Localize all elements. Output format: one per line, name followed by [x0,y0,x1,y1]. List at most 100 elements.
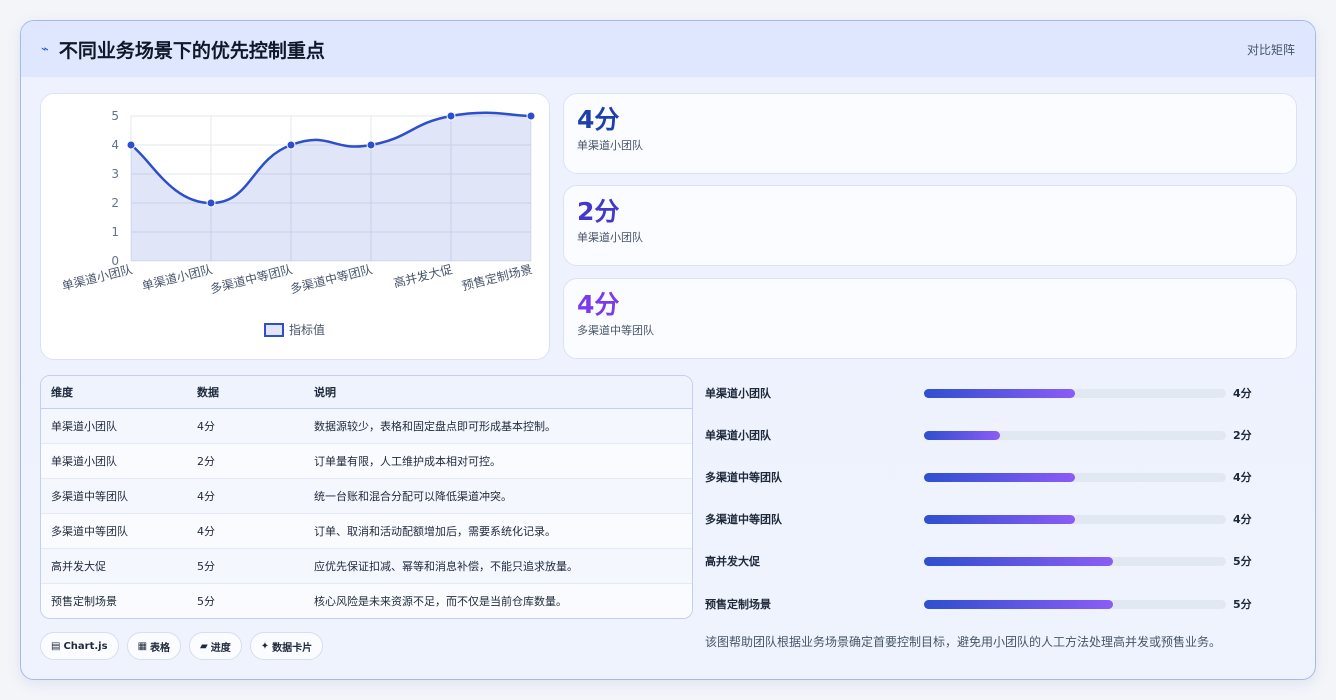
data-point [446,111,456,121]
table-cell: 单渠道小团队 [41,408,197,444]
progress-row: 单渠道小团队 4分 [705,382,1265,402]
chip-label: 数据卡片 [272,642,313,654]
progress-value: 2分 [1233,429,1252,442]
x-tick-label: 单渠道小团队 [140,261,214,293]
progress-fill [924,473,1075,482]
legend-swatch [264,323,284,337]
x-tick-label: 多渠道中等团队 [289,261,374,296]
table-cell: 核心风险是未来资源不足，而不仅是当前仓库数量。 [314,583,692,618]
y-tick-label: 1 [111,225,119,239]
table-row: 高并发大促 5分 应优先保证扣减、幂等和消息补偿，不能只追求放量。 [41,548,692,584]
table-cell: 5分 [197,548,314,584]
table-cell: 高并发大促 [41,548,197,584]
table-cell: 统一台账和混合分配可以降低渠道冲突。 [314,478,692,514]
progress-label: 多渠道中等团队 [705,513,782,526]
progress-track [924,389,1226,398]
progress-track [924,600,1226,609]
progress-value: 4分 [1233,387,1252,400]
progress-label: 高并发大促 [705,555,760,568]
chart-note: 该图帮助团队根据业务场景确定首要控制目标，避免用小团队的人工方法处理高并发或预售… [705,635,1222,649]
chip-progress[interactable]: ▰ 进度 [189,632,242,660]
y-tick-label: 3 [111,167,119,181]
tech-chips: ▤ Chart.js ▦ 表格 ▰ 进度 ✦ 数据卡片 [40,632,324,660]
data-point [206,198,216,208]
progress-label: 多渠道中等团队 [705,471,782,484]
column-header: 维度 [41,376,197,409]
stat-label: 单渠道小团队 [577,231,643,244]
table-cell: 4分 [197,408,314,444]
sparkle-icon: ✦ [260,640,270,652]
progress-fill [924,515,1075,524]
progress-track [924,473,1226,482]
data-point [286,140,296,150]
progress-value: 4分 [1233,471,1252,484]
table-cell: 2分 [197,443,314,479]
table-cell: 订单、取消和活动配额增加后，需要系统化记录。 [314,513,692,549]
chart-icon: ▤ [51,640,61,652]
progress-icon: ▰ [200,640,208,652]
table-cell: 4分 [197,478,314,514]
y-tick-label: 2 [111,196,119,210]
progress-track [924,557,1226,566]
table-cell: 4分 [197,513,314,549]
progress-row: 多渠道中等团队 4分 [705,466,1265,486]
progress-fill [924,600,1113,609]
stat-card-1: 4分 单渠道小团队 [563,93,1297,174]
stat-value: 2分 [577,197,620,226]
x-tick-label: 多渠道中等团队 [209,261,294,296]
column-header: 数据 [197,376,314,409]
matrix-badge: 对比矩阵 [1246,43,1295,57]
progress-fill [924,389,1075,398]
progress-fill [924,431,1000,440]
table-cell: 数据源较少，表格和固定盘点即可形成基本控制。 [314,408,692,444]
comparison-card: ⌁ 不同业务场景下的优先控制重点 对比矩阵 0 1 2 3 4 5 单渠道小团队 单渠道小团队… [20,20,1316,680]
chip-label: 进度 [210,642,231,654]
chip-label: 表格 [150,642,171,654]
progress-value: 5分 [1233,598,1252,611]
table-row: 单渠道小团队 4分 数据源较少，表格和固定盘点即可形成基本控制。 [41,408,692,444]
table-header-row: 维度 数据 说明 [41,376,692,409]
series-area [131,112,531,262]
progress-value: 5分 [1233,555,1252,568]
card-title: 不同业务场景下的优先控制重点 [58,39,325,62]
progress-label: 单渠道小团队 [705,429,771,442]
table-cell: 5分 [197,583,314,618]
lightning-icon: ⌁ [41,41,49,57]
x-tick-label: 单渠道小团队 [60,261,134,293]
progress-row: 预售定制场景 5分 [705,593,1265,613]
table-row: 多渠道中等团队 4分 统一台账和混合分配可以降低渠道冲突。 [41,478,692,514]
data-point [366,140,376,150]
y-tick-label: 5 [111,109,119,123]
table-row: 预售定制场景 5分 核心风险是未来资源不足，而不仅是当前仓库数量。 [41,583,692,618]
stat-card-3: 4分 多渠道中等团队 [563,278,1297,359]
progress-row: 单渠道小团队 2分 [705,424,1265,444]
progress-value: 4分 [1233,513,1252,526]
x-tick-label: 高并发大促 [392,261,454,290]
data-point [526,111,536,121]
column-header: 说明 [314,376,692,409]
table-row: 多渠道中等团队 4分 订单、取消和活动配额增加后，需要系统化记录。 [41,513,692,549]
table-cell: 多渠道中等团队 [41,478,197,514]
stat-value: 4分 [577,105,620,134]
chip-label: Chart.js [63,640,108,652]
progress-row: 高并发大促 5分 [705,550,1265,570]
table-cell: 预售定制场景 [41,583,197,618]
chip-table[interactable]: ▦ 表格 [126,632,182,660]
chip-chartjs[interactable]: ▤ Chart.js [40,632,119,660]
x-tick-label: 预售定制场景 [460,261,534,293]
card-header: ⌁ 不同业务场景下的优先控制重点 对比矩阵 [21,21,1315,77]
progress-fill [924,557,1113,566]
progress-row: 多渠道中等团队 4分 [705,508,1265,528]
progress-track [924,515,1226,524]
table-row: 单渠道小团队 2分 订单量有限，人工维护成本相对可控。 [41,443,692,479]
progress-track [924,431,1226,440]
y-tick-label: 4 [111,138,119,152]
table-cell: 订单量有限，人工维护成本相对可控。 [314,443,692,479]
table-cell: 单渠道小团队 [41,443,197,479]
data-table: 维度 数据 说明 单渠道小团队 4分 数据源较少，表格和固定盘点即可形成基本控制… [40,375,693,619]
stat-label: 多渠道中等团队 [577,324,654,337]
chip-data-card[interactable]: ✦ 数据卡片 [249,632,324,660]
stat-value: 4分 [577,290,620,319]
table-icon: ▦ [137,640,148,652]
stat-card-2: 2分 单渠道小团队 [563,185,1297,266]
